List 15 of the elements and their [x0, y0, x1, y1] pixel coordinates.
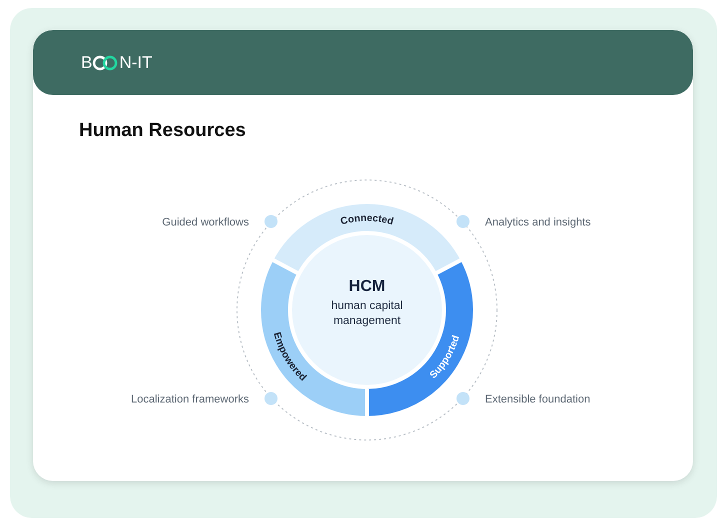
hub-subtitle: human capital management	[331, 300, 403, 327]
logo-text: B	[81, 52, 92, 74]
hub-title: HCM	[348, 278, 386, 295]
logo-text: N-IT	[119, 52, 152, 74]
feature-label: Analytics and insights	[485, 216, 591, 228]
feature-dot	[264, 392, 278, 405]
chain-icon	[92, 54, 120, 70]
feature-label: Guided workflows	[162, 216, 249, 228]
segment-label: Connected	[339, 212, 395, 228]
feature-dot	[456, 215, 470, 228]
feature-label: Extensible foundation	[485, 394, 590, 406]
page-title: Human Resources	[79, 119, 247, 143]
feature-dot	[456, 392, 470, 405]
feature-label: Localization frameworks	[131, 394, 249, 406]
feature-dot	[264, 215, 278, 228]
